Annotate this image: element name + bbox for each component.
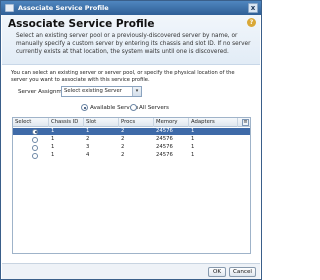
cell-slot: 3 bbox=[86, 144, 90, 150]
cancel-button[interactable]: Cancel bbox=[229, 267, 256, 277]
cell-chassis-id: 1 bbox=[51, 144, 55, 150]
servers-table: Select Chassis ID Slot Procs Memory Adap… bbox=[12, 117, 251, 254]
help-icon[interactable]: ? bbox=[247, 18, 256, 27]
row-select-radio[interactable] bbox=[32, 128, 38, 135]
cell-chassis-id: 1 bbox=[51, 128, 55, 134]
window-title: Associate Service Profile bbox=[18, 4, 109, 12]
window-icon bbox=[5, 4, 14, 12]
body-description: You can select an existing server or ser… bbox=[11, 70, 235, 83]
ok-button[interactable]: OK bbox=[208, 267, 226, 277]
close-icon[interactable]: x bbox=[248, 3, 258, 13]
header-band: Associate Service Profile ? Select an ex… bbox=[2, 15, 260, 65]
radio-all-servers[interactable]: All Servers bbox=[130, 104, 169, 111]
column-header-procs[interactable]: Procs bbox=[119, 118, 154, 127]
dialog-description: Select an existing server pool or a prev… bbox=[16, 33, 251, 55]
column-header-select[interactable]: Select bbox=[13, 118, 49, 127]
radio-label: All Servers bbox=[139, 104, 169, 111]
row-select-radio[interactable] bbox=[32, 136, 38, 143]
cell-procs: 2 bbox=[121, 136, 125, 142]
cell-adapters: 1 bbox=[191, 128, 195, 134]
column-header-slot[interactable]: Slot bbox=[84, 118, 119, 127]
column-header-adapters[interactable]: Adapters bbox=[189, 118, 238, 127]
cell-procs: 2 bbox=[121, 128, 125, 134]
table-row[interactable]: 1 4 2 24576 1 bbox=[13, 152, 250, 159]
table-row[interactable]: 1 3 2 24576 1 bbox=[13, 144, 250, 151]
cell-memory: 24576 bbox=[156, 128, 173, 134]
radio-button[interactable] bbox=[130, 104, 137, 111]
cell-procs: 2 bbox=[121, 144, 125, 150]
column-header-chassis-id[interactable]: Chassis ID bbox=[49, 118, 84, 127]
cell-adapters: 1 bbox=[191, 144, 195, 150]
cell-memory: 24576 bbox=[156, 144, 173, 150]
table-row[interactable]: 1 1 2 24576 1 bbox=[13, 128, 250, 135]
cell-adapters: 1 bbox=[191, 136, 195, 142]
column-chooser-icon[interactable]: ≡ bbox=[242, 119, 249, 126]
cell-chassis-id: 1 bbox=[51, 136, 55, 142]
cell-memory: 24576 bbox=[156, 136, 173, 142]
cell-slot: 4 bbox=[86, 152, 90, 158]
associate-service-profile-dialog: Associate Service Profile x Associate Se… bbox=[0, 0, 262, 280]
chevron-down-icon[interactable]: ▾ bbox=[132, 87, 141, 96]
dialog-footer: OK Cancel bbox=[2, 263, 260, 279]
column-header-memory[interactable]: Memory bbox=[154, 118, 189, 127]
server-assignment-select[interactable]: Select existing Server ▾ bbox=[61, 86, 142, 97]
table-header: Select Chassis ID Slot Procs Memory Adap… bbox=[13, 118, 250, 127]
cell-slot: 2 bbox=[86, 136, 90, 142]
radio-button-selected[interactable] bbox=[81, 104, 88, 111]
server-assignment-value: Select existing Server bbox=[64, 88, 122, 94]
dialog-title: Associate Service Profile bbox=[8, 18, 155, 30]
cell-procs: 2 bbox=[121, 152, 125, 158]
title-bar[interactable]: Associate Service Profile x bbox=[1, 1, 261, 15]
cell-chassis-id: 1 bbox=[51, 152, 55, 158]
table-row[interactable]: 1 2 2 24576 1 bbox=[13, 136, 250, 143]
cell-memory: 24576 bbox=[156, 152, 173, 158]
cell-slot: 1 bbox=[86, 128, 90, 134]
row-select-radio[interactable] bbox=[32, 152, 38, 159]
row-select-radio[interactable] bbox=[32, 144, 38, 151]
cell-adapters: 1 bbox=[191, 152, 195, 158]
